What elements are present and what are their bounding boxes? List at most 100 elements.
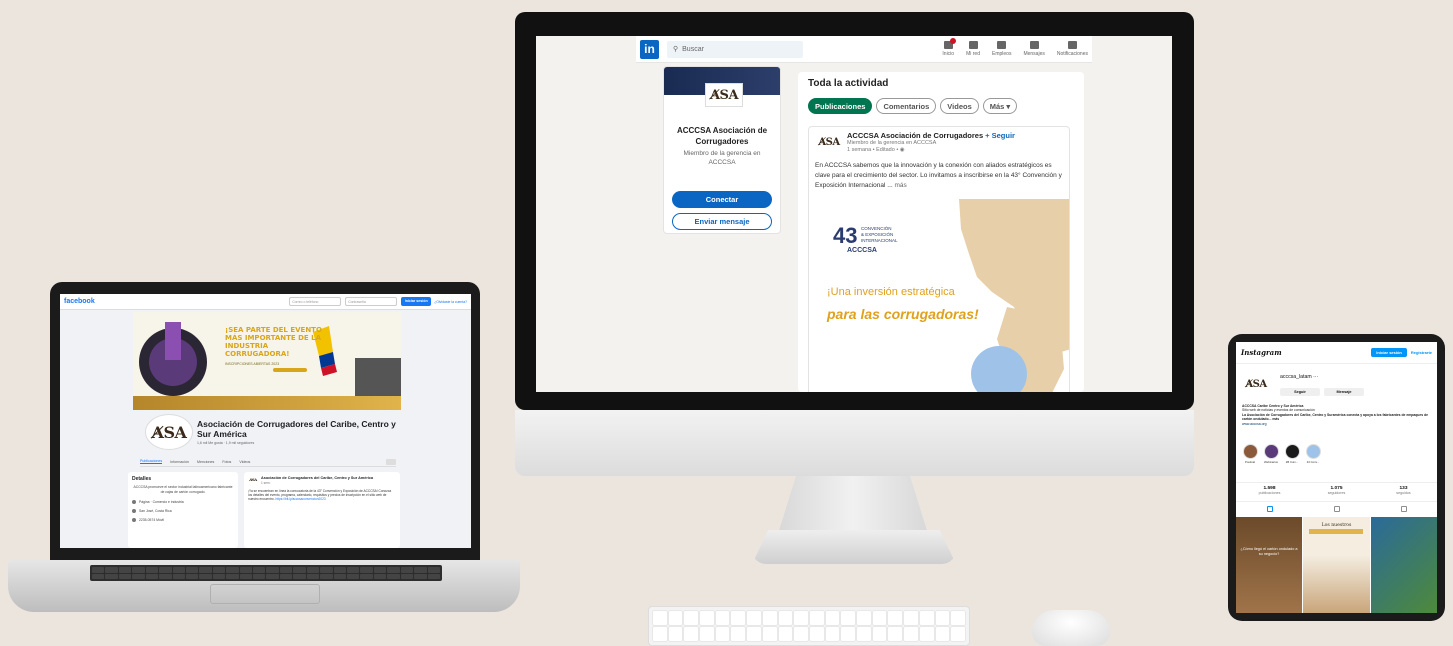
instagram-topbar: Instagram Iniciar sesión Registrarte	[1236, 342, 1437, 364]
feed-title: Toda la actividad	[808, 78, 889, 89]
tab-more[interactable]: Más ▾	[982, 98, 1018, 114]
search-placeholder: Buscar	[682, 45, 704, 53]
home-icon	[943, 38, 956, 49]
search-icon: ⚲	[673, 46, 679, 53]
linkedin-search[interactable]: ⚲ Buscar	[667, 40, 803, 58]
location-icon	[132, 508, 136, 513]
post-link[interactable]: https://bit.ly/acccsaconvencion2023	[275, 497, 325, 501]
post-author-logo[interactable]: A̸SA	[815, 131, 843, 153]
highlight-item[interactable]: 43 Conv...	[1305, 444, 1321, 464]
highlight-item[interactable]: 2B Cum...	[1284, 444, 1300, 464]
follow-button[interactable]: Seguir	[1280, 388, 1320, 396]
connect-button[interactable]: Conectar	[672, 191, 772, 208]
briefcase-icon	[997, 41, 1007, 49]
image-headline-1: ¡Una inversión estratégica	[827, 286, 956, 298]
profile-bio: ACCCSA Caribe Centro y Sur América Sitio…	[1242, 404, 1432, 426]
post-image[interactable]: 43 CONVENCIÓN & EXPOSICIÓN INTERNACIONAL…	[809, 199, 1070, 392]
forgot-account-link[interactable]: ¿Olvidaste la cuenta?	[434, 300, 467, 304]
nav-messages[interactable]: Mensajes	[1023, 41, 1045, 57]
highlight-item[interactable]: Webinarios	[1263, 444, 1279, 464]
bio-category: Sitio web de noticias y eventos de comun…	[1242, 408, 1315, 413]
send-message-button[interactable]: Enviar mensaje	[672, 213, 772, 230]
stat-following[interactable]: 133 seguidos	[1370, 483, 1437, 501]
nav-label: Empleos	[992, 51, 1012, 57]
nav-label: Notificaciones	[1056, 51, 1088, 57]
profile-subtitle: Miembro de la gerencia en ACCCSA	[683, 150, 761, 166]
page-avatar[interactable]: A̸SA	[145, 414, 193, 450]
nav-jobs[interactable]: Empleos	[992, 41, 1011, 57]
profile-avatar[interactable]: A̸SA	[1242, 372, 1270, 396]
password-field[interactable]: Contraseña	[345, 297, 398, 306]
details-row-text: 2235-0574 Móvil	[139, 517, 165, 522]
bio-name: ACCCSA Caribe Centro y Sur América	[1242, 404, 1304, 408]
event-line-3: INTERNACIONAL	[861, 238, 898, 243]
desktop-keyboard	[648, 606, 970, 646]
tab-informacion[interactable]: Información	[170, 460, 189, 464]
more-options-button[interactable]	[386, 458, 396, 465]
cover-photo: ¡SEA PARTE DEL EVENTO MÁS IMPORTANTE DE …	[133, 312, 401, 410]
follow-button[interactable]: + Seguir	[985, 131, 1015, 140]
profile-name[interactable]: ACCCSA Asociación de Corrugadores	[664, 125, 780, 147]
profile-username: acccsa_latam	[1280, 374, 1312, 380]
laptop-trackpad	[210, 584, 320, 604]
email-field[interactable]: Correo o teléfono	[289, 297, 342, 306]
monitor-stand	[778, 476, 928, 534]
post-author[interactable]: Asociación de Corrugadores del Caribe, C…	[261, 476, 373, 481]
info-icon	[132, 499, 136, 504]
details-row-category: Página · Comercio e industria	[132, 499, 234, 504]
tab-videos[interactable]: Videos	[239, 460, 250, 464]
grid-post-tag	[1309, 529, 1364, 534]
post-author-logo[interactable]: A̸SA	[248, 476, 258, 483]
see-more-link[interactable]: más	[895, 182, 907, 189]
stat-label: seguidores	[1327, 491, 1346, 495]
post-author[interactable]: ACCCSA Asociación de Corrugadores	[847, 131, 983, 140]
nav-label: Mi red	[966, 51, 980, 57]
cover-button	[273, 368, 307, 372]
register-link[interactable]: Registrarte	[1411, 350, 1432, 355]
login-button[interactable]: Iniciar sesión	[401, 297, 432, 306]
posts-grid: ¿Cómo llegó el cartón ondulado a su nego…	[1236, 517, 1437, 613]
grid-post-title: Los nuestros	[1321, 523, 1352, 528]
linkedin-logo[interactable]: in	[640, 39, 659, 59]
nav-home[interactable]: Inicio	[942, 38, 956, 57]
profile-stats: 1.598 publicaciones 1.075 seguidores 133 se…	[1236, 482, 1437, 502]
monitor-foot	[752, 530, 956, 564]
grid-icon[interactable]	[1266, 506, 1273, 512]
event-org: ACCCSA	[847, 247, 877, 254]
nav-network[interactable]: Mi red	[966, 41, 980, 57]
tab-publicaciones[interactable]: Publicaciones	[140, 459, 163, 464]
grid-post[interactable]: ¿Cómo llegó el cartón ondulado a su nego…	[1236, 517, 1303, 613]
message-button[interactable]: Mensaje	[1324, 388, 1364, 396]
tab-videos[interactable]: Videos	[940, 98, 979, 114]
page-header: A̸SA Asociación de Corrugadores del Cari…	[145, 414, 397, 450]
profile-grid-tabs	[1236, 503, 1437, 515]
grid-post[interactable]: Los nuestros	[1303, 517, 1370, 613]
tab-comentarios[interactable]: Comentarios	[876, 98, 937, 114]
nav-notifications[interactable]: Notificaciones	[1057, 41, 1088, 57]
instagram-screen: Instagram Iniciar sesión Registrarte A̸S…	[1236, 342, 1437, 613]
highlight-label: 2B Cum...	[1285, 460, 1299, 464]
linkedin-activity-feed: Toda la actividad Publicaciones Comentar…	[798, 72, 1084, 392]
stat-followers[interactable]: 1.075 seguidores	[1303, 483, 1370, 501]
tab-fotos[interactable]: Fotos	[222, 460, 231, 464]
event-line-1: CONVENCIÓN	[861, 225, 892, 231]
bio-link[interactable]: www.acccsa.org	[1242, 422, 1267, 426]
post-meta-role: Miembro de la gerencia en ACCCSA	[847, 140, 937, 146]
cover-headline: ¡SEA PARTE DEL EVENTO MÁS IMPORTANTE DE …	[225, 326, 322, 358]
tab-menciones[interactable]: Menciones	[197, 460, 214, 464]
highlight-item[interactable]: Postinal	[1242, 444, 1258, 464]
tab-publicaciones[interactable]: Publicaciones	[808, 98, 873, 114]
grid-post[interactable]	[1370, 517, 1437, 613]
reels-icon[interactable]	[1333, 506, 1340, 512]
tagged-icon[interactable]	[1400, 506, 1407, 512]
highlight-label: 43 Conv...	[1306, 460, 1320, 464]
details-row-location: San José, Costa Rica	[132, 508, 234, 513]
instagram-logo[interactable]: Instagram	[1241, 348, 1282, 357]
notification-badge	[949, 38, 956, 44]
highlight-thumb	[1284, 444, 1300, 459]
login-button[interactable]: Iniciar sesión	[1371, 348, 1407, 357]
more-options-icon[interactable]: ···	[1313, 374, 1318, 380]
facebook-logo[interactable]: facebook	[64, 298, 95, 305]
facebook-post: A̸SA Asociación de Corrugadores del Cari…	[244, 472, 400, 548]
page-name: Asociación de Corrugadores del Caribe, C…	[197, 419, 396, 439]
